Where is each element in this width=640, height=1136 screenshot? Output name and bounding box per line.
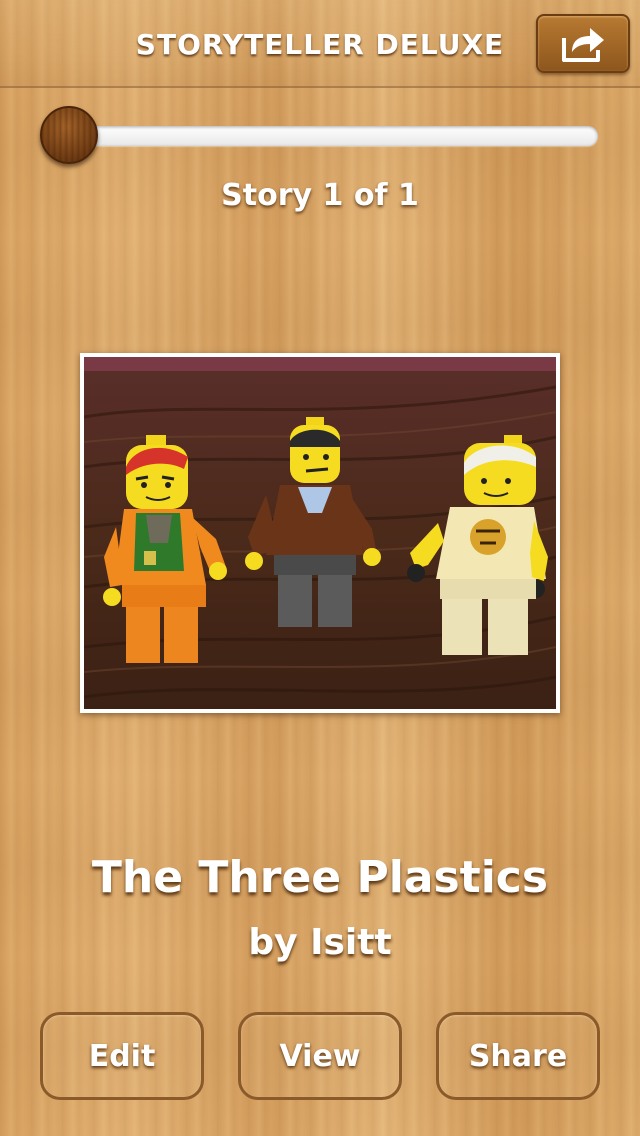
- edit-button[interactable]: Edit: [40, 1012, 204, 1100]
- slider-track[interactable]: [68, 126, 598, 146]
- navigation-bar: STORYTELLER DELUXE: [0, 0, 640, 88]
- share-button[interactable]: Share: [436, 1012, 600, 1100]
- cover-photo-image: [84, 357, 556, 709]
- story-cover-photo[interactable]: [80, 353, 560, 713]
- story-title: The Three Plastics: [91, 852, 549, 903]
- story-count-label: Story 1 of 1: [221, 178, 419, 213]
- story-slider[interactable]: [40, 104, 600, 164]
- export-button[interactable]: [536, 14, 630, 73]
- share-icon: [562, 27, 604, 62]
- slider-thumb[interactable]: [40, 106, 98, 164]
- view-button[interactable]: View: [238, 1012, 402, 1100]
- story-author: by Isitt: [248, 922, 392, 963]
